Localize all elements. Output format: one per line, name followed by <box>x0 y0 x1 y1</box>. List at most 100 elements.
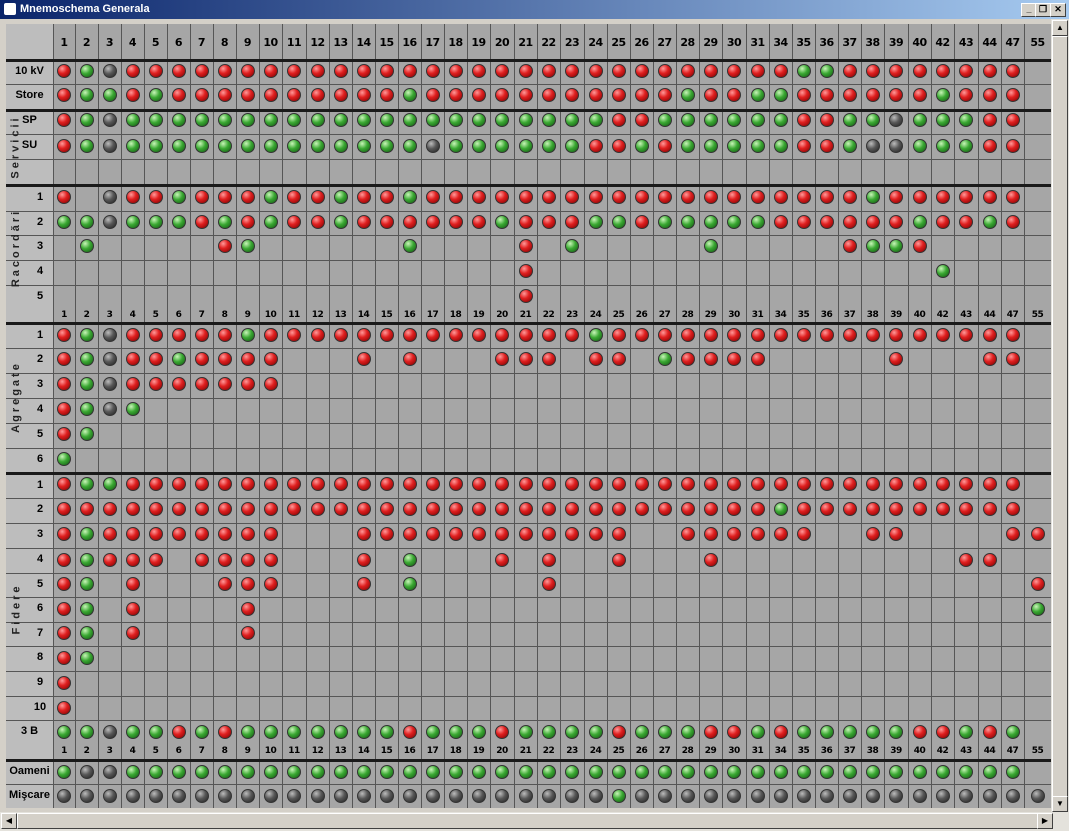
status-indicator-f5-2[interactable] <box>80 577 94 591</box>
status-indicator-miscare-22[interactable] <box>542 789 556 803</box>
restore-button[interactable]: ❐ <box>1035 3 1051 17</box>
status-indicator-miscare-25[interactable] <box>612 789 626 803</box>
status-indicator-r2-42[interactable] <box>936 215 950 229</box>
status-indicator-a1-20[interactable] <box>495 328 509 342</box>
status-indicator-r2-19[interactable] <box>472 215 486 229</box>
status-indicator-store-12[interactable] <box>311 88 325 102</box>
status-indicator-f3-55[interactable] <box>1031 527 1045 541</box>
status-indicator-oameni-13[interactable] <box>334 765 348 779</box>
status-indicator-a1-11[interactable] <box>287 328 301 342</box>
status-indicator-a1-47[interactable] <box>1006 328 1020 342</box>
status-indicator-f2-36[interactable] <box>820 502 834 516</box>
status-indicator-a3-6[interactable] <box>172 377 186 391</box>
status-indicator-su-42[interactable] <box>936 139 950 153</box>
status-indicator-f2-10[interactable] <box>264 502 278 516</box>
horizontal-scrollbar[interactable]: ◀ ▶ <box>0 812 1069 831</box>
status-indicator-r2-38[interactable] <box>866 215 880 229</box>
status-indicator-miscare-8[interactable] <box>218 789 232 803</box>
status-indicator-kv10-17[interactable] <box>426 64 440 78</box>
status-indicator-f5-1[interactable] <box>57 577 71 591</box>
status-indicator-f3b-35[interactable] <box>797 725 811 739</box>
status-indicator-a2-1[interactable] <box>57 352 71 366</box>
status-indicator-f2-47[interactable] <box>1006 502 1020 516</box>
status-indicator-su-34[interactable] <box>774 139 788 153</box>
status-indicator-f3-16[interactable] <box>403 527 417 541</box>
status-indicator-a3-8[interactable] <box>218 377 232 391</box>
status-indicator-kv10-37[interactable] <box>843 64 857 78</box>
status-indicator-su-18[interactable] <box>449 139 463 153</box>
status-indicator-f3b-1[interactable] <box>57 725 71 739</box>
status-indicator-kv10-16[interactable] <box>403 64 417 78</box>
status-indicator-miscare-29[interactable] <box>704 789 718 803</box>
status-indicator-miscare-4[interactable] <box>126 789 140 803</box>
status-indicator-f2-2[interactable] <box>80 502 94 516</box>
status-indicator-sp-6[interactable] <box>172 113 186 127</box>
status-indicator-f1-4[interactable] <box>126 477 140 491</box>
status-indicator-r1-47[interactable] <box>1006 190 1020 204</box>
status-indicator-f3b-3[interactable] <box>103 725 117 739</box>
status-indicator-store-43[interactable] <box>959 88 973 102</box>
status-indicator-sp-3[interactable] <box>103 113 117 127</box>
status-indicator-a4-1[interactable] <box>57 402 71 416</box>
status-indicator-sp-10[interactable] <box>264 113 278 127</box>
status-indicator-sp-5[interactable] <box>149 113 163 127</box>
status-indicator-f3b-34[interactable] <box>774 725 788 739</box>
status-indicator-f4-25[interactable] <box>612 553 626 567</box>
status-indicator-a2-30[interactable] <box>727 352 741 366</box>
status-indicator-oameni-10[interactable] <box>264 765 278 779</box>
status-indicator-kv10-9[interactable] <box>241 64 255 78</box>
status-indicator-a1-40[interactable] <box>913 328 927 342</box>
status-indicator-sp-1[interactable] <box>57 113 71 127</box>
status-indicator-f3b-23[interactable] <box>565 725 579 739</box>
status-indicator-a1-39[interactable] <box>889 328 903 342</box>
status-indicator-oameni-12[interactable] <box>311 765 325 779</box>
status-indicator-f1-37[interactable] <box>843 477 857 491</box>
status-indicator-f3b-36[interactable] <box>820 725 834 739</box>
status-indicator-r2-34[interactable] <box>774 215 788 229</box>
status-indicator-a2-8[interactable] <box>218 352 232 366</box>
status-indicator-f4-44[interactable] <box>983 553 997 567</box>
status-indicator-a1-31[interactable] <box>751 328 765 342</box>
status-indicator-oameni-14[interactable] <box>357 765 371 779</box>
status-indicator-r2-17[interactable] <box>426 215 440 229</box>
status-indicator-f1-15[interactable] <box>380 477 394 491</box>
status-indicator-f2-37[interactable] <box>843 502 857 516</box>
status-indicator-f3-20[interactable] <box>495 527 509 541</box>
status-indicator-su-20[interactable] <box>495 139 509 153</box>
status-indicator-kv10-18[interactable] <box>449 64 463 78</box>
status-indicator-kv10-42[interactable] <box>936 64 950 78</box>
status-indicator-oameni-27[interactable] <box>658 765 672 779</box>
status-indicator-r2-12[interactable] <box>311 215 325 229</box>
status-indicator-miscare-43[interactable] <box>959 789 973 803</box>
status-indicator-su-1[interactable] <box>57 139 71 153</box>
status-indicator-a1-5[interactable] <box>149 328 163 342</box>
status-indicator-su-2[interactable] <box>80 139 94 153</box>
status-indicator-f3b-39[interactable] <box>889 725 903 739</box>
status-indicator-f1-22[interactable] <box>542 477 556 491</box>
status-indicator-store-40[interactable] <box>913 88 927 102</box>
status-indicator-miscare-38[interactable] <box>866 789 880 803</box>
status-indicator-f2-24[interactable] <box>589 502 603 516</box>
status-indicator-f1-9[interactable] <box>241 477 255 491</box>
status-indicator-a2-3[interactable] <box>103 352 117 366</box>
status-indicator-a2-6[interactable] <box>172 352 186 366</box>
status-indicator-r3-39[interactable] <box>889 239 903 253</box>
status-indicator-a1-35[interactable] <box>797 328 811 342</box>
status-indicator-f1-19[interactable] <box>472 477 486 491</box>
status-indicator-r1-22[interactable] <box>542 190 556 204</box>
status-indicator-a1-17[interactable] <box>426 328 440 342</box>
status-indicator-oameni-20[interactable] <box>495 765 509 779</box>
status-indicator-a3-10[interactable] <box>264 377 278 391</box>
status-indicator-a1-10[interactable] <box>264 328 278 342</box>
status-indicator-miscare-21[interactable] <box>519 789 533 803</box>
status-indicator-miscare-26[interactable] <box>635 789 649 803</box>
status-indicator-su-9[interactable] <box>241 139 255 153</box>
status-indicator-a1-44[interactable] <box>983 328 997 342</box>
status-indicator-store-42[interactable] <box>936 88 950 102</box>
status-indicator-r1-1[interactable] <box>57 190 71 204</box>
status-indicator-a1-22[interactable] <box>542 328 556 342</box>
status-indicator-miscare-36[interactable] <box>820 789 834 803</box>
status-indicator-kv10-38[interactable] <box>866 64 880 78</box>
status-indicator-sp-31[interactable] <box>751 113 765 127</box>
status-indicator-a1-12[interactable] <box>311 328 325 342</box>
